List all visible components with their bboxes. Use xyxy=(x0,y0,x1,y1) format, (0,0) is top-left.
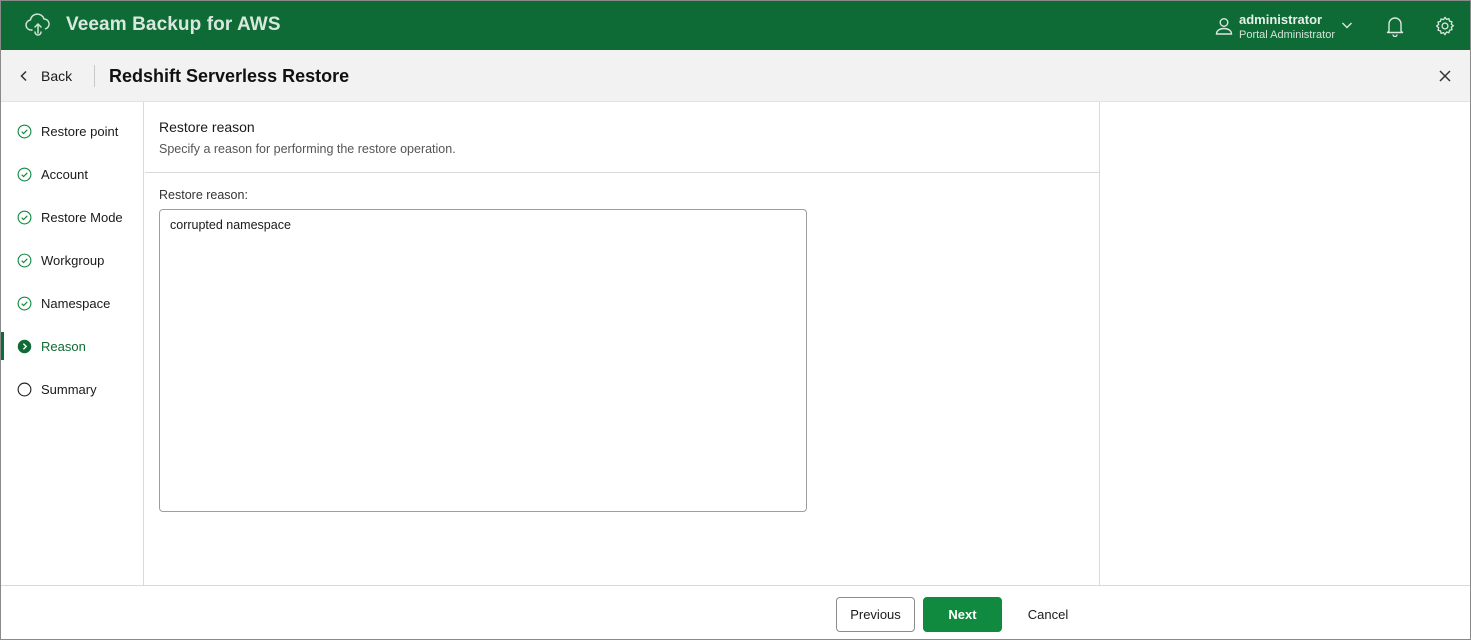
back-button[interactable]: Back xyxy=(17,64,72,88)
step-label: Restore Mode xyxy=(41,209,123,225)
top-bar: Veeam Backup for AWS administrator Porta… xyxy=(1,1,1470,50)
user-name: administrator xyxy=(1239,12,1323,27)
next-button[interactable]: Next xyxy=(923,597,1002,632)
step-label: Namespace xyxy=(41,295,111,311)
step-label: Reason xyxy=(41,338,86,354)
step-label: Workgroup xyxy=(41,252,105,268)
step-label: Account xyxy=(41,166,88,182)
wizard-footer: Previous Next Cancel xyxy=(1,585,1470,639)
user-icon xyxy=(1215,18,1233,35)
check-circle-icon xyxy=(17,296,32,310)
step-restore-mode[interactable]: Restore Mode xyxy=(1,202,144,232)
user-role: Portal Administrator xyxy=(1239,29,1335,41)
step-restore-point[interactable]: Restore point xyxy=(1,116,144,146)
previous-button[interactable]: Previous xyxy=(836,597,915,632)
check-circle-icon xyxy=(17,210,32,224)
wizard-steps: Restore point Account Restore Mode Workg… xyxy=(1,102,144,585)
step-namespace[interactable]: Namespace xyxy=(1,288,144,318)
section-title: Restore reason xyxy=(159,119,255,135)
gear-icon[interactable] xyxy=(1434,15,1456,37)
bell-icon[interactable] xyxy=(1385,15,1405,37)
section-divider xyxy=(145,172,1099,173)
step-label: Restore point xyxy=(41,123,119,139)
wizard-header: Back Redshift Serverless Restore xyxy=(1,50,1470,102)
main-panel: Restore reason Specify a reason for perf… xyxy=(145,102,1099,585)
current-step-icon xyxy=(17,339,32,353)
cancel-button[interactable]: Cancel xyxy=(1013,597,1083,632)
title-divider xyxy=(94,65,95,87)
step-summary[interactable]: Summary xyxy=(1,374,144,404)
check-circle-icon xyxy=(17,124,32,138)
app-title: Veeam Backup for AWS xyxy=(66,14,281,35)
step-account[interactable]: Account xyxy=(1,159,144,189)
empty-circle-icon xyxy=(17,382,32,396)
section-subtitle: Specify a reason for performing the rest… xyxy=(159,142,456,156)
step-reason[interactable]: Reason xyxy=(1,331,144,361)
close-icon[interactable] xyxy=(1437,68,1453,84)
back-label: Back xyxy=(41,68,73,84)
check-circle-icon xyxy=(17,253,32,267)
step-workgroup[interactable]: Workgroup xyxy=(1,245,144,275)
check-circle-icon xyxy=(17,167,32,181)
chevron-down-icon xyxy=(1342,22,1352,29)
page-title: Redshift Serverless Restore xyxy=(109,66,350,86)
chevron-left-icon xyxy=(20,70,27,82)
restore-reason-textarea[interactable]: corrupted namespace xyxy=(159,209,807,512)
step-label: Summary xyxy=(41,381,97,397)
reason-field-label: Restore reason: xyxy=(159,188,248,202)
cloud-sync-icon xyxy=(25,13,50,36)
right-panel-divider xyxy=(1099,102,1100,585)
